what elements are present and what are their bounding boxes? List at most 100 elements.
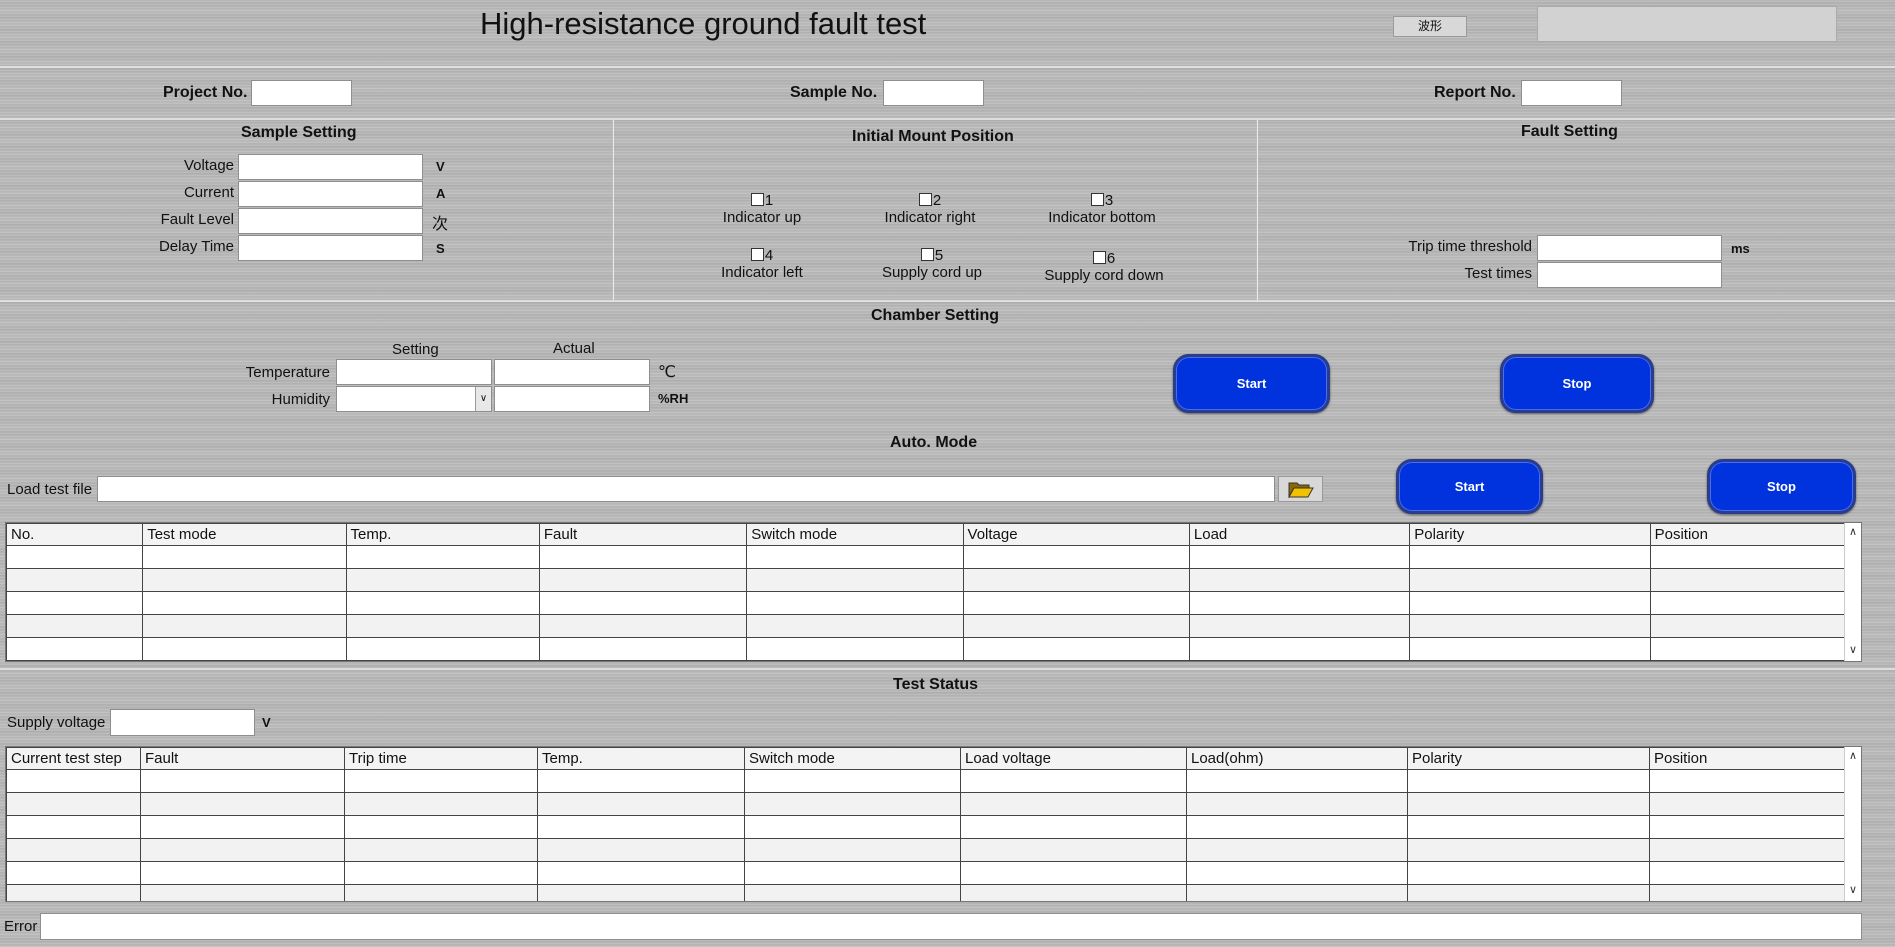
chamber-start-button[interactable]: Start — [1173, 354, 1330, 413]
scroll-up-icon[interactable]: ∧ — [1849, 749, 1857, 762]
delay-time-input[interactable] — [238, 235, 423, 261]
project-label: Project No. — [163, 84, 248, 101]
trip-threshold-label: Trip time threshold — [1408, 238, 1532, 255]
column-header: Current test step — [6, 747, 141, 770]
trip-threshold-unit: ms — [1731, 241, 1750, 256]
table-row[interactable] — [6, 861, 1849, 885]
divider — [1256, 120, 1258, 300]
table-row[interactable] — [6, 614, 1849, 638]
fault-level-label: Fault Level — [160, 211, 234, 228]
column-header: Voltage — [962, 523, 1190, 546]
actual-header: Actual — [553, 340, 595, 357]
table-row[interactable] — [6, 591, 1849, 615]
column-header: Polarity — [1407, 747, 1650, 770]
temperature-setting-input[interactable] — [336, 359, 492, 385]
fault-level-input[interactable] — [238, 208, 423, 234]
mount-label-3: Indicator bottom — [1048, 209, 1156, 226]
column-header: Fault — [538, 523, 748, 546]
load-file-label: Load test file — [7, 481, 93, 498]
temperature-unit: ℃ — [658, 364, 676, 381]
checkbox-6[interactable] — [1092, 251, 1106, 264]
column-header: Position — [1649, 523, 1849, 546]
humidity-label: Humidity — [271, 391, 330, 408]
test-status-title: Test Status — [893, 676, 979, 693]
column-header: Temp. — [345, 523, 540, 546]
column-header: Load voltage — [960, 747, 1187, 770]
checkbox-3[interactable] — [1090, 193, 1104, 206]
table-row[interactable] — [6, 884, 1849, 901]
column-header: Temp. — [537, 747, 745, 770]
table-row[interactable] — [6, 792, 1849, 816]
setting-header: Setting — [392, 341, 439, 358]
chevron-down-icon[interactable]: ∨ — [475, 387, 491, 411]
table-row[interactable] — [6, 838, 1849, 862]
mount-position-1[interactable]: 1 Indicator up — [682, 192, 842, 226]
mount-title: Initial Mount Position — [852, 128, 1014, 145]
mount-position-6[interactable]: 6 Supply cord down — [1024, 250, 1184, 284]
divider — [612, 120, 614, 300]
sample-label: Sample No. — [790, 84, 878, 101]
sample-setting-title: Sample Setting — [241, 124, 357, 141]
mount-position-2[interactable]: 2 Indicator right — [850, 192, 1010, 226]
folder-open-icon — [1287, 482, 1314, 498]
column-header: Test mode — [142, 523, 347, 546]
test-status-table[interactable]: Current test step Fault Trip time Temp. … — [5, 746, 1862, 902]
scrollbar[interactable]: ∧ ∨ — [1844, 523, 1861, 661]
delay-time-label: Delay Time — [158, 238, 234, 255]
current-unit: A — [436, 186, 446, 201]
fault-setting-title: Fault Setting — [1521, 123, 1618, 140]
divider — [0, 300, 1895, 303]
status-display — [1537, 6, 1837, 42]
humidity-setting-select[interactable]: ∨ — [336, 386, 492, 412]
mount-number-5: 5 — [934, 247, 944, 264]
error-label: Error — [4, 918, 38, 935]
test-plan-table[interactable]: No. Test mode Temp. Fault Switch mode Vo… — [5, 522, 1862, 662]
mount-position-3[interactable]: 3 Indicator bottom — [1022, 192, 1182, 226]
checkbox-1[interactable] — [750, 193, 764, 206]
test-times-label: Test times — [1464, 265, 1532, 282]
trip-threshold-input[interactable] — [1537, 235, 1722, 261]
table-row[interactable] — [6, 769, 1849, 793]
scroll-up-icon[interactable]: ∧ — [1849, 525, 1857, 538]
supply-voltage-label: Supply voltage — [7, 714, 106, 731]
column-header: Switch mode — [746, 523, 964, 546]
auto-start-button[interactable]: Start — [1396, 459, 1543, 514]
mount-number-4: 4 — [764, 247, 774, 264]
table-row[interactable] — [6, 545, 1849, 569]
voltage-input[interactable] — [238, 154, 423, 180]
checkbox-2[interactable] — [918, 193, 932, 206]
scroll-down-icon[interactable]: ∨ — [1849, 643, 1857, 656]
mount-number-3: 3 — [1104, 192, 1114, 209]
report-input[interactable] — [1521, 80, 1622, 106]
column-header: Load — [1188, 523, 1411, 546]
auto-stop-button[interactable]: Stop — [1707, 459, 1856, 514]
report-label: Report No. — [1434, 84, 1516, 101]
divider — [0, 66, 1895, 69]
test-times-input[interactable] — [1537, 262, 1722, 288]
checkbox-5[interactable] — [920, 248, 934, 261]
mount-position-4[interactable]: 4 Indicator left — [682, 247, 842, 281]
waveform-button[interactable]: 波形 — [1393, 16, 1467, 37]
mount-position-5[interactable]: 5 Supply cord up — [852, 247, 1012, 281]
mount-label-6: Supply cord down — [1044, 267, 1164, 284]
current-input[interactable] — [238, 181, 423, 207]
divider — [0, 668, 1895, 671]
auto-mode-title: Auto. Mode — [890, 434, 978, 451]
column-header: Switch mode — [744, 747, 961, 770]
supply-voltage-display — [110, 709, 255, 736]
column-header: Trip time — [344, 747, 538, 770]
load-file-input[interactable] — [97, 476, 1275, 502]
checkbox-4[interactable] — [750, 248, 764, 261]
scroll-down-icon[interactable]: ∨ — [1849, 883, 1857, 896]
folder-open-button[interactable] — [1278, 476, 1323, 502]
project-input[interactable] — [251, 80, 352, 106]
sample-input[interactable] — [883, 80, 984, 106]
table-row[interactable] — [6, 637, 1849, 661]
column-header: Polarity — [1409, 523, 1651, 546]
table-row[interactable] — [6, 568, 1849, 592]
chamber-stop-button[interactable]: Stop — [1500, 354, 1654, 413]
delay-time-unit: S — [436, 241, 445, 256]
scrollbar[interactable]: ∧ ∨ — [1844, 747, 1861, 901]
page-title: High-resistance ground fault test — [480, 6, 927, 41]
table-row[interactable] — [6, 815, 1849, 839]
